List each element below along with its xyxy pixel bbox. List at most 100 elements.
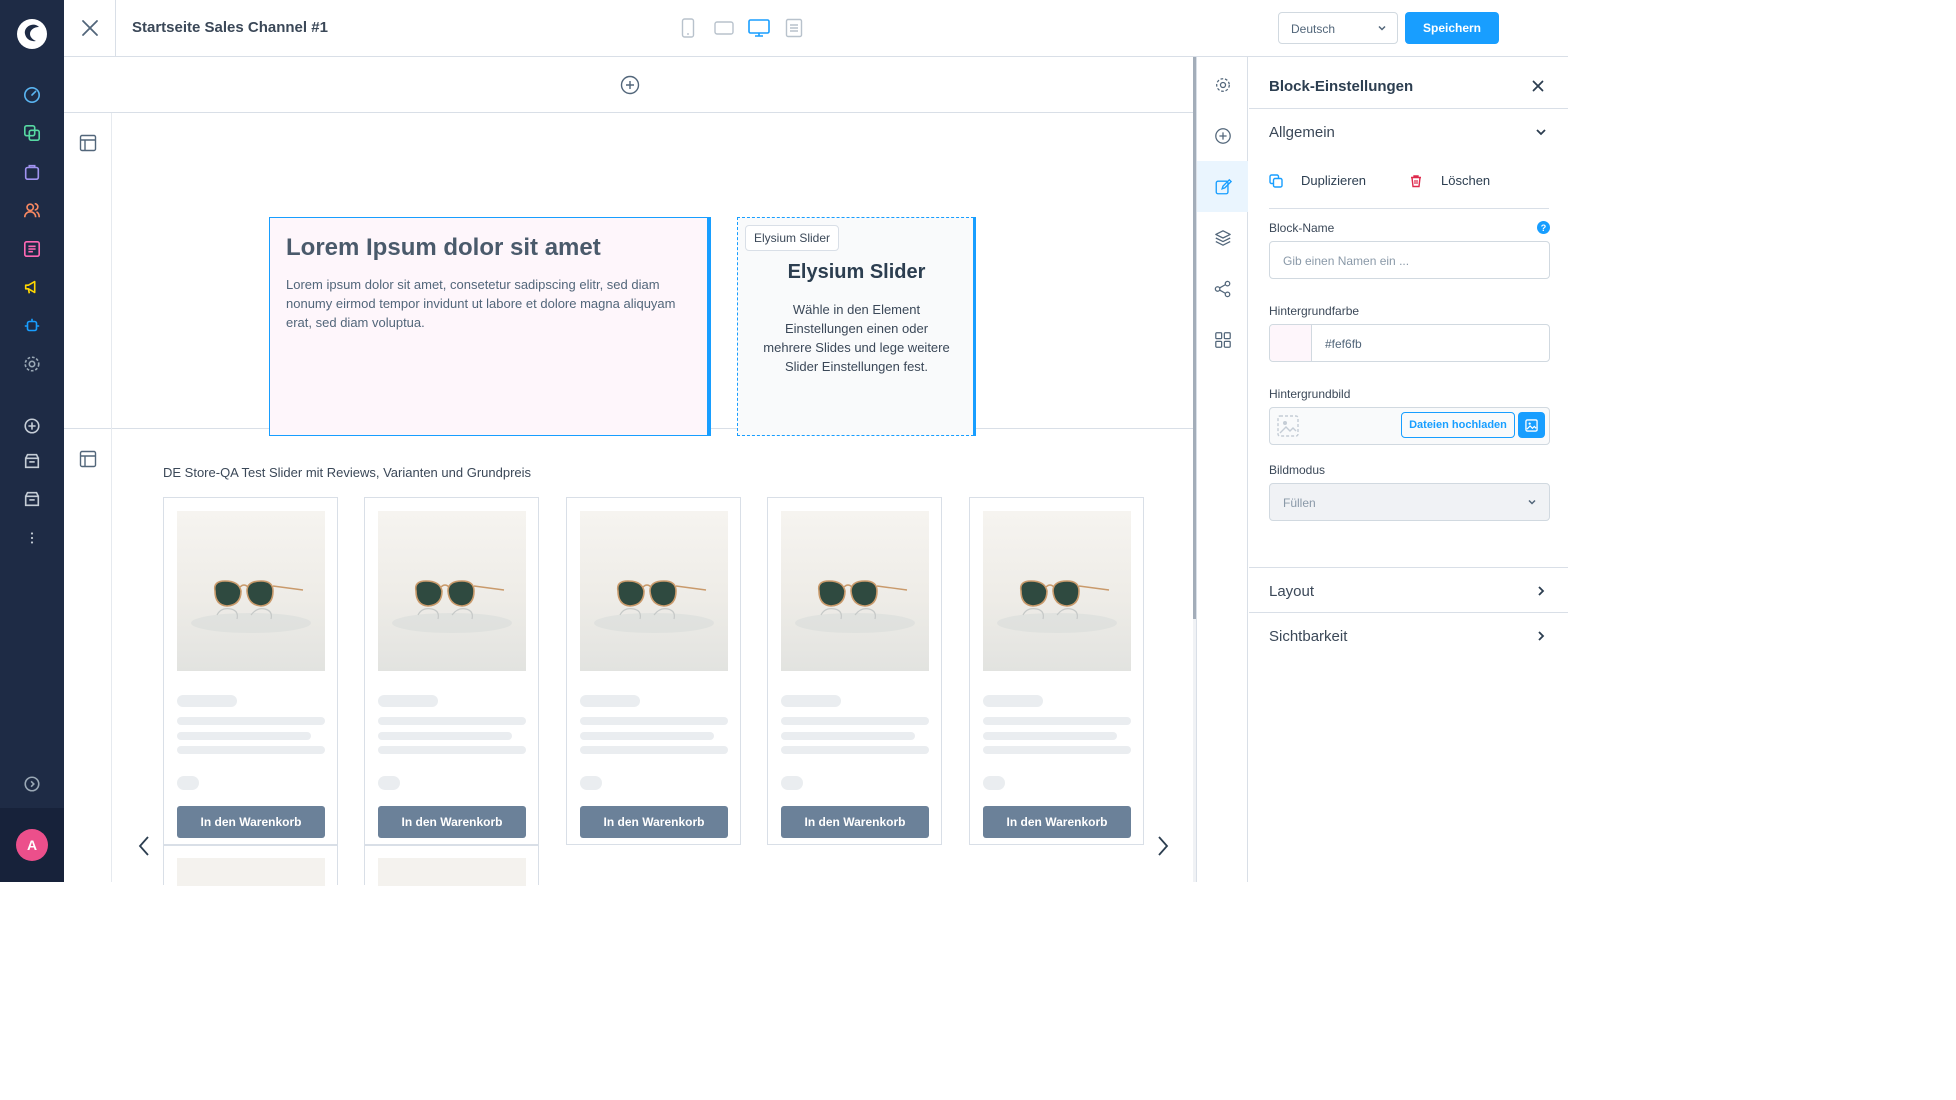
plus-circle-icon	[1214, 127, 1231, 144]
language-value: Deutsch	[1291, 22, 1336, 36]
duplicate-label: Duplizieren	[1301, 173, 1367, 188]
add-to-cart-button[interactable]: In den Warenkorb	[378, 806, 526, 838]
chevron-down-icon	[1527, 496, 1537, 510]
background-image-upload[interactable]: Dateien hochladen	[1269, 407, 1550, 445]
product-card[interactable]: In den Warenkorb	[566, 497, 741, 845]
placeholder-line	[983, 695, 1043, 707]
placeholder-badge	[378, 776, 400, 790]
upload-files-button[interactable]: Dateien hochladen	[1401, 412, 1515, 438]
storefront-icon[interactable]	[20, 487, 44, 511]
navigator-tab[interactable]	[1197, 212, 1248, 263]
element-type-label: Elysium Slider	[745, 225, 840, 251]
block-name-input[interactable]: Gib einen Namen ein ...	[1269, 241, 1550, 279]
close-editor-button[interactable]	[64, 0, 116, 56]
close-icon	[81, 20, 98, 36]
add-to-cart-button[interactable]: In den Warenkorb	[580, 806, 728, 838]
add-blocks-tab[interactable]	[1197, 110, 1248, 161]
chevron-right-icon	[1535, 584, 1547, 602]
slider-prev-arrow-icon[interactable]	[134, 831, 154, 861]
background-image-label: Hintergrundbild	[1269, 387, 1351, 401]
placeholder-line	[177, 732, 311, 740]
open-media-button[interactable]	[1518, 412, 1545, 438]
image-placeholder-icon	[1276, 414, 1300, 441]
extensions-icon[interactable]	[20, 314, 44, 338]
image-mode-select[interactable]: Füllen	[1269, 483, 1550, 521]
editor-header: Startseite Sales Channel #1 Deutsch Spei…	[64, 0, 1568, 57]
product-image	[177, 511, 325, 671]
duplicate-icon	[1269, 173, 1283, 188]
device-tablet-button[interactable]	[712, 17, 736, 39]
chevron-down-icon	[1377, 22, 1387, 36]
layout-assignment-tab[interactable]	[1197, 263, 1248, 314]
text-block[interactable]: Lorem Ipsum dolor sit amet Lorem ipsum d…	[269, 217, 711, 436]
placeholder-line	[378, 695, 438, 707]
list-view-icon	[785, 18, 803, 38]
section-settings-icon[interactable]	[78, 449, 98, 469]
add-app-icon[interactable]	[20, 414, 44, 438]
slider-heading: Elysium Slider	[787, 261, 926, 283]
block-settings-tab[interactable]	[1197, 161, 1248, 212]
language-select[interactable]: Deutsch	[1278, 12, 1398, 44]
blocks-overview-tab[interactable]	[1197, 314, 1248, 365]
product-card[interactable]: In den Warenkorb	[364, 497, 539, 845]
layout-canvas: Lorem Ipsum dolor sit amet Lorem ipsum d…	[64, 57, 1196, 886]
grid-icon	[1214, 331, 1231, 348]
dashboard-icon[interactable]	[20, 83, 44, 107]
section-text-slider[interactable]: Lorem Ipsum dolor sit amet Lorem ipsum d…	[64, 113, 1196, 436]
share-icon	[1214, 280, 1230, 297]
settings-icon[interactable]	[20, 352, 44, 376]
placeholder-line	[983, 732, 1117, 740]
accordion-visibility[interactable]: Sichtbarkeit	[1249, 613, 1568, 659]
catalogues-icon[interactable]	[20, 121, 44, 145]
add-to-cart-button[interactable]: In den Warenkorb	[177, 806, 325, 838]
device-list-button[interactable]	[782, 17, 806, 39]
placeholder-line	[580, 717, 728, 725]
background-color-label: Hintergrundfarbe	[1269, 304, 1360, 318]
delete-label: Löschen	[1441, 173, 1491, 188]
section-product-slider[interactable]: DE Store-QA Test Slider mit Reviews, Var…	[64, 429, 1196, 886]
add-section-top-button[interactable]	[64, 57, 1196, 113]
add-to-cart-button[interactable]: In den Warenkorb	[983, 806, 1131, 838]
shopware-logo-icon[interactable]	[16, 18, 48, 50]
color-swatch[interactable]	[1270, 325, 1312, 361]
device-mobile-button[interactable]	[676, 17, 700, 39]
placeholder-line	[378, 732, 512, 740]
block-actions: Duplizieren Löschen	[1269, 167, 1549, 209]
collapse-menu-icon[interactable]	[20, 772, 44, 796]
panel-title: Block-Einstellungen	[1269, 78, 1414, 95]
section-settings-icon[interactable]	[78, 133, 98, 153]
marketing-icon[interactable]	[20, 275, 44, 299]
page-settings-tab[interactable]	[1197, 59, 1248, 110]
accordion-visibility-title: Sichtbarkeit	[1269, 628, 1348, 645]
placeholder-line	[177, 717, 325, 725]
product-card[interactable]: In den Warenkorb	[767, 497, 942, 845]
image-mode-value: Füllen	[1283, 496, 1316, 510]
background-color-input[interactable]: #fef6fb	[1269, 324, 1550, 362]
block-settings-panel: Block-Einstellungen Allgemein Dupliziere…	[1249, 57, 1568, 882]
accordion-general[interactable]: Allgemein	[1249, 109, 1568, 155]
slider-block[interactable]: Elysium Slider Elysium Slider Wähle in d…	[737, 217, 976, 436]
more-icon[interactable]	[20, 526, 44, 550]
text-block-heading: Lorem Ipsum dolor sit amet	[286, 234, 601, 261]
placeholder-badge	[580, 776, 602, 790]
delete-button[interactable]: Löschen	[1409, 173, 1490, 188]
device-desktop-button[interactable]	[747, 17, 771, 39]
slider-next-arrow-icon[interactable]	[1153, 831, 1173, 861]
add-to-cart-button[interactable]: In den Warenkorb	[781, 806, 929, 838]
product-card[interactable]: In den Warenkorb	[969, 497, 1144, 845]
sales-channel-icon[interactable]	[20, 449, 44, 473]
help-icon[interactable]: ?	[1537, 221, 1550, 234]
close-panel-button[interactable]	[1532, 79, 1544, 97]
selection-bar	[707, 217, 711, 436]
duplicate-button[interactable]: Duplizieren	[1269, 173, 1366, 188]
placeholder-line	[580, 732, 714, 740]
orders-icon[interactable]	[20, 160, 44, 184]
content-icon[interactable]	[20, 237, 44, 261]
accordion-layout[interactable]: Layout	[1249, 567, 1568, 613]
product-card[interactable]: In den Warenkorb	[163, 497, 338, 845]
customers-icon[interactable]	[20, 198, 44, 222]
avatar[interactable]: A	[16, 829, 48, 861]
save-button[interactable]: Speichern	[1405, 12, 1499, 44]
panel-header: Block-Einstellungen	[1249, 57, 1568, 109]
product-image	[781, 511, 929, 671]
